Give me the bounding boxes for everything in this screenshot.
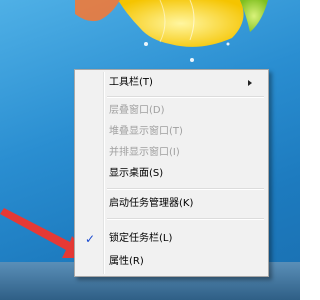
menu-item-label: 并排显示窗口(I) — [109, 147, 180, 158]
menu-item-label: 堆叠显示窗口(T) — [109, 126, 183, 137]
taskbar-context-menu: 工具栏(T) 层叠窗口(D) 堆叠显示窗口(T) 并排显示窗口(I) 显示桌面(… — [74, 69, 269, 277]
submenu-arrow-icon — [248, 80, 252, 86]
menu-item-label: 属性(R) — [109, 256, 144, 267]
menu-item-cascade-windows[interactable]: 层叠窗口(D) — [77, 101, 266, 121]
menu-item-toolbars[interactable]: 工具栏(T) — [77, 73, 266, 93]
menu-item-label: 锁定任务栏(L) — [109, 233, 173, 244]
check-icon: ✓ — [85, 232, 96, 246]
menu-item-stack-windows[interactable]: 堆叠显示窗口(T) — [77, 122, 266, 142]
menu-item-task-manager[interactable]: 启动任务管理器(K) — [77, 194, 266, 214]
menu-item-side-by-side[interactable]: 并排显示窗口(I) — [77, 143, 266, 163]
menu-item-properties[interactable]: 属性(R) — [77, 252, 266, 272]
menu-item-show-desktop[interactable]: 显示桌面(S) — [77, 164, 266, 184]
menu-item-label: 工具栏(T) — [109, 77, 153, 88]
menu-item-label: 启动任务管理器(K) — [109, 198, 194, 209]
menu-separator — [107, 218, 264, 220]
menu-item-lock-taskbar[interactable]: ✓ 锁定任务栏(L) — [77, 229, 266, 249]
menu-separator — [107, 188, 264, 190]
menu-item-label: 显示桌面(S) — [109, 168, 164, 179]
menu-separator — [107, 96, 264, 98]
menu-item-label: 层叠窗口(D) — [109, 105, 165, 116]
